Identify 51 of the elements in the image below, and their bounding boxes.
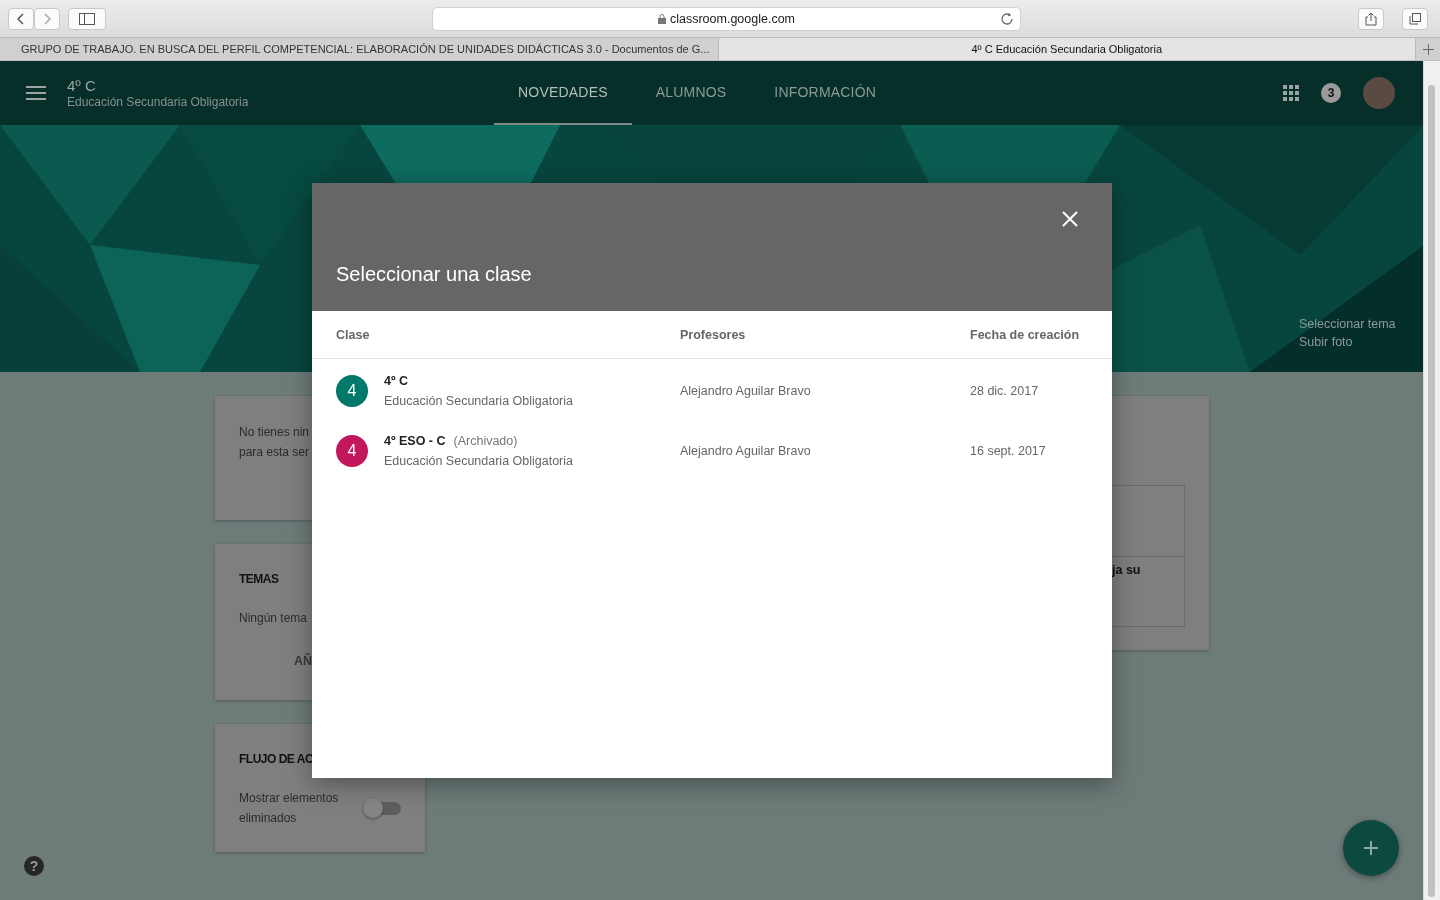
- browser-tab[interactable]: GRUPO DE TRABAJO. EN BUSCA DEL PERFIL COMPETENCIAL: ELABORACIÓN DE UNIDADES DIDÁCTICAS 3.0 - Documentos de G...: [0, 38, 719, 60]
- card-heading: TEMAS: [239, 572, 279, 586]
- class-subtitle: Educación Secundaria Obligatoria: [67, 95, 250, 109]
- chevron-right-icon: [43, 12, 51, 25]
- new-tab-icon[interactable]: [1422, 43, 1434, 55]
- tabs-button[interactable]: [1402, 7, 1428, 30]
- upcoming-text: No tienes nin: [239, 424, 310, 441]
- archived-label: (Archivado): [453, 434, 518, 448]
- teacher-cell-text: Alejandro Aguilar Bravo: [680, 384, 812, 398]
- column-header: Profesores: [680, 326, 747, 344]
- nav-tab[interactable]: ALUMNOS: [631, 61, 751, 125]
- close-button[interactable]: [1062, 211, 1078, 227]
- tabs-icon: [1409, 12, 1421, 25]
- share-button[interactable]: [1358, 7, 1384, 30]
- dialog-title: Seleccionar una clase: [336, 263, 533, 286]
- class-section: Educación Secundaria Obligatoria: [384, 454, 573, 468]
- class-title: 4º C: [67, 77, 97, 94]
- banner-link[interactable]: Subir foto: [1299, 335, 1396, 349]
- back-button[interactable]: [8, 7, 34, 30]
- nav-tab[interactable]: INFORMACIÓN: [750, 61, 901, 125]
- class-name: 4º ESO - C: [384, 434, 446, 448]
- class-row[interactable]: 4 4º ESO - C (Archivado) Educación Secundaria Obligatoria Alejandro Aguilar Bravo 16 sept. 2017: [312, 421, 1112, 481]
- menu-icon[interactable]: [26, 86, 46, 100]
- apps-grid-icon[interactable]: [1283, 85, 1299, 101]
- class-avatar: 4: [336, 375, 368, 407]
- column-header: Fecha de creación: [970, 326, 1081, 344]
- sidebar-icon: [79, 12, 95, 25]
- upcoming-text: para esta ser: [239, 444, 310, 461]
- class-row[interactable]: 4 4º C Educación Secundaria Obligatoria Alejandro Aguilar Bravo 28 dic. 2017: [312, 361, 1112, 421]
- class-name: 4º C: [384, 374, 409, 388]
- share-icon: [1365, 11, 1377, 26]
- setting-label: Mostrar elementos eliminados: [239, 790, 340, 827]
- plus-icon: [1363, 840, 1379, 856]
- post-text: ja su: [1111, 562, 1142, 577]
- empty-topics-text: Ningún tema: [239, 610, 308, 627]
- lock-icon: [657, 13, 666, 24]
- browser-tab[interactable]: 4º C Educación Secundaria Obligatoria: [718, 38, 1416, 60]
- chevron-left-icon: [17, 12, 25, 25]
- class-section: Educación Secundaria Obligatoria: [384, 394, 573, 408]
- class-avatar: 4: [336, 435, 368, 467]
- date-cell-text: 28 dic. 2017: [970, 384, 1040, 398]
- sidebar-button[interactable]: [68, 7, 106, 30]
- banner-link[interactable]: Seleccionar tema: [1299, 317, 1396, 331]
- teacher-cell-text: Alejandro Aguilar Bravo: [680, 444, 812, 458]
- toggle-switch[interactable]: [363, 798, 401, 818]
- notification-badge[interactable]: 3: [1321, 83, 1341, 103]
- scrollbar[interactable]: [1423, 61, 1440, 900]
- column-header: Clase: [335, 326, 371, 344]
- address-field[interactable]: classroom.google.com: [432, 6, 1021, 31]
- date-cell-text: 16 sept. 2017: [970, 444, 1047, 458]
- reload-icon[interactable]: [1000, 11, 1014, 26]
